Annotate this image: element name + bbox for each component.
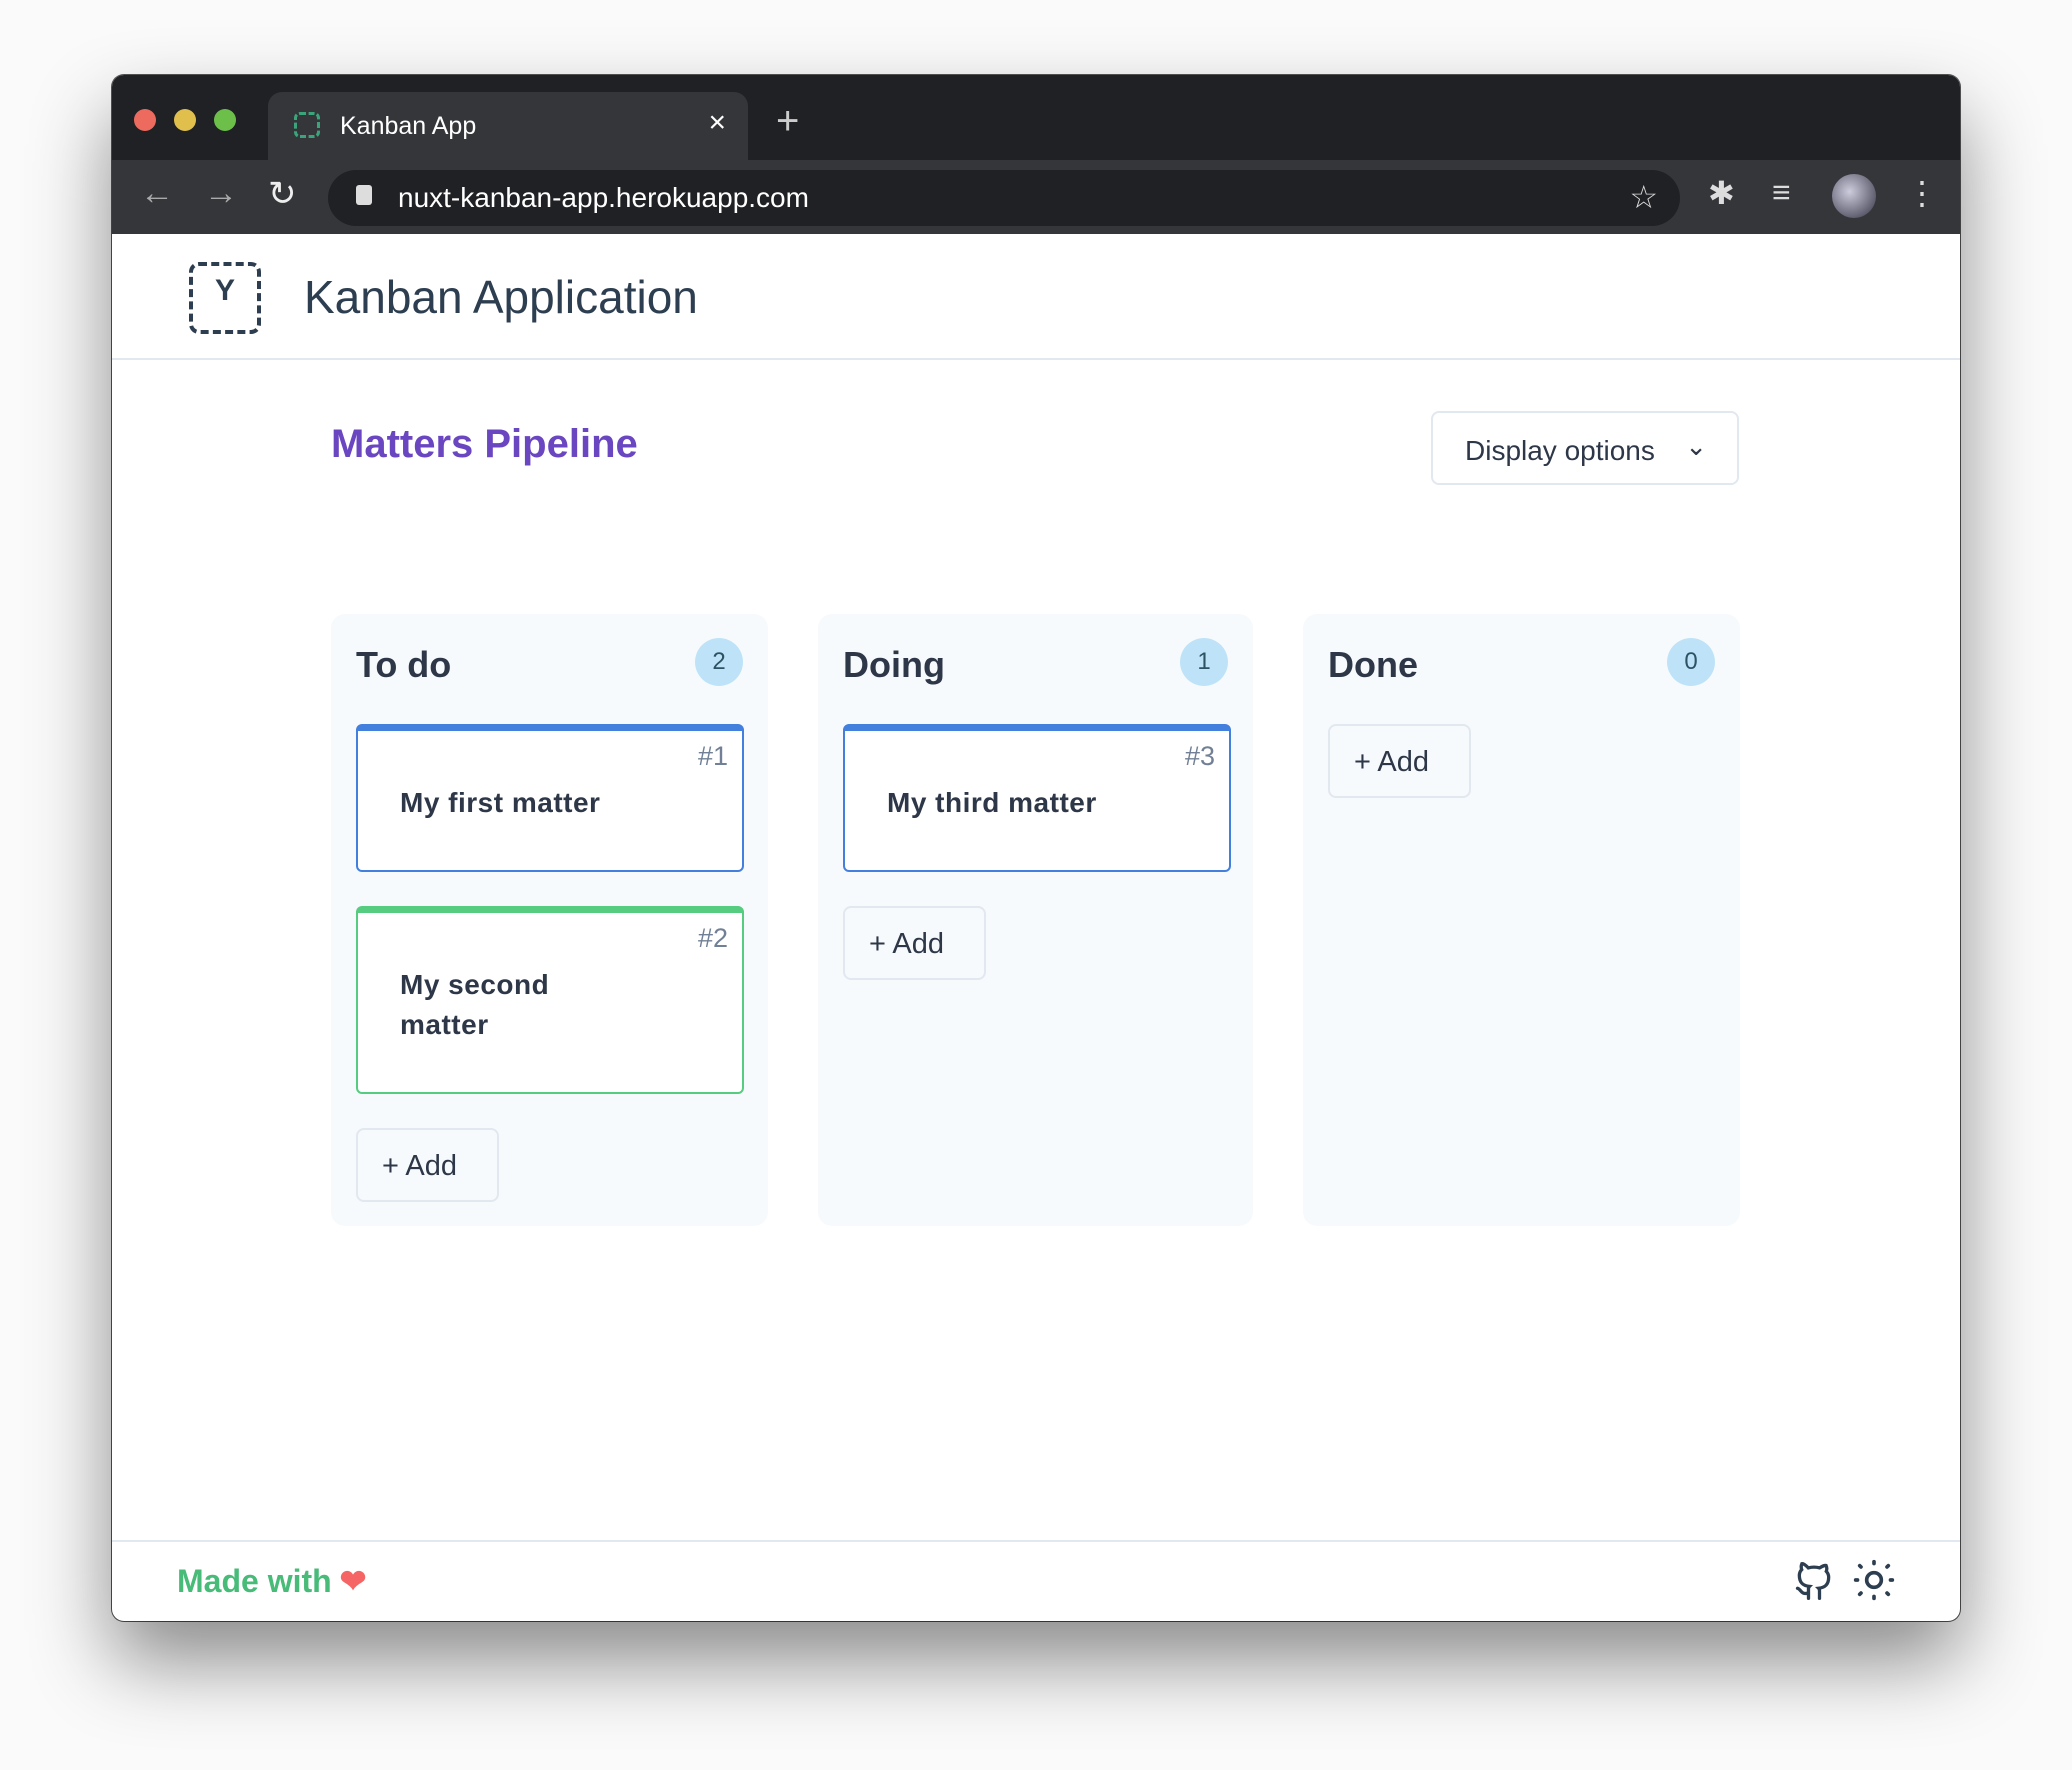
tab-title: Kanban App	[340, 112, 477, 140]
card[interactable]: #1 My first matter	[356, 724, 744, 872]
kanban-logo-icon	[189, 262, 261, 334]
card-id: #3	[1184, 741, 1215, 771]
tab-bar: Kanban App × +	[112, 75, 1960, 160]
app-title: Kanban Application	[304, 271, 698, 323]
address-bar[interactable]: nuxt-kanban-app.herokuapp.com ☆	[328, 170, 1680, 226]
count-badge: 0	[1667, 638, 1715, 686]
column-doing: Doing 1 #3 My third matter + Add	[818, 614, 1253, 1226]
minimize-window-button[interactable]	[174, 109, 196, 131]
made-with-text: Made with ❤	[177, 1562, 366, 1600]
card[interactable]: #3 My third matter	[843, 724, 1231, 872]
forward-icon[interactable]: →	[204, 174, 238, 213]
add-card-button[interactable]: + Add	[1328, 724, 1471, 798]
display-options-label: Display options	[1465, 435, 1655, 466]
board: Matters Pipeline Display options ⌄ To do …	[112, 360, 1960, 1615]
lock-icon	[356, 185, 372, 205]
url-text: nuxt-kanban-app.herokuapp.com	[398, 182, 809, 213]
add-card-button[interactable]: + Add	[356, 1128, 499, 1202]
card-id: #1	[697, 741, 728, 771]
new-tab-icon[interactable]: +	[776, 99, 799, 144]
board-title: Matters Pipeline	[331, 422, 638, 466]
close-tab-icon[interactable]: ×	[708, 106, 726, 140]
menu-kebab-icon[interactable]: ⋮	[1906, 174, 1938, 212]
back-icon[interactable]: ←	[140, 174, 174, 213]
theme-toggle-sun-icon[interactable]	[1852, 1558, 1896, 1602]
browser-window: Kanban App × + ← → ↻ nuxt-kanban-app.her…	[112, 75, 1960, 1621]
github-icon[interactable]	[1792, 1558, 1836, 1602]
heart-icon: ❤	[339, 1563, 367, 1599]
app-header: Kanban Application	[112, 234, 1960, 360]
count-badge: 1	[1180, 638, 1228, 686]
close-window-button[interactable]	[134, 109, 156, 131]
column-done: Done 0 + Add	[1303, 614, 1740, 1226]
extensions-icon[interactable]: ✱	[1708, 174, 1735, 212]
bookmark-star-icon[interactable]: ☆	[1629, 178, 1658, 216]
maximize-window-button[interactable]	[214, 109, 236, 131]
browser-tab[interactable]: Kanban App ×	[268, 92, 748, 160]
add-card-button[interactable]: + Add	[843, 906, 986, 980]
profile-avatar[interactable]	[1832, 174, 1876, 218]
footer: Made with ❤	[112, 1540, 1960, 1621]
count-badge: 2	[695, 638, 743, 686]
column-title: To do	[356, 644, 452, 685]
favicon-icon	[294, 112, 320, 138]
made-with-label: Made with	[177, 1563, 332, 1599]
reload-icon[interactable]: ↻	[268, 174, 297, 214]
media-control-icon[interactable]: ≡	[1772, 174, 1791, 211]
column-to-do: To do 2 #1 My first matter #2 My second …	[331, 614, 768, 1226]
card-title: My third matter	[887, 787, 1097, 818]
card[interactable]: #2 My second matter	[356, 906, 744, 1094]
card-id: #2	[697, 923, 728, 953]
column-title: Done	[1328, 644, 1418, 685]
card-title: My first matter	[400, 787, 601, 818]
display-options-button[interactable]: Display options ⌄	[1431, 411, 1739, 485]
column-title: Doing	[843, 644, 945, 685]
browser-toolbar: ← → ↻ nuxt-kanban-app.herokuapp.com ☆ ✱ …	[112, 160, 1960, 234]
card-title: My second matter	[400, 969, 550, 1040]
chevron-down-icon: ⌄	[1685, 431, 1707, 461]
